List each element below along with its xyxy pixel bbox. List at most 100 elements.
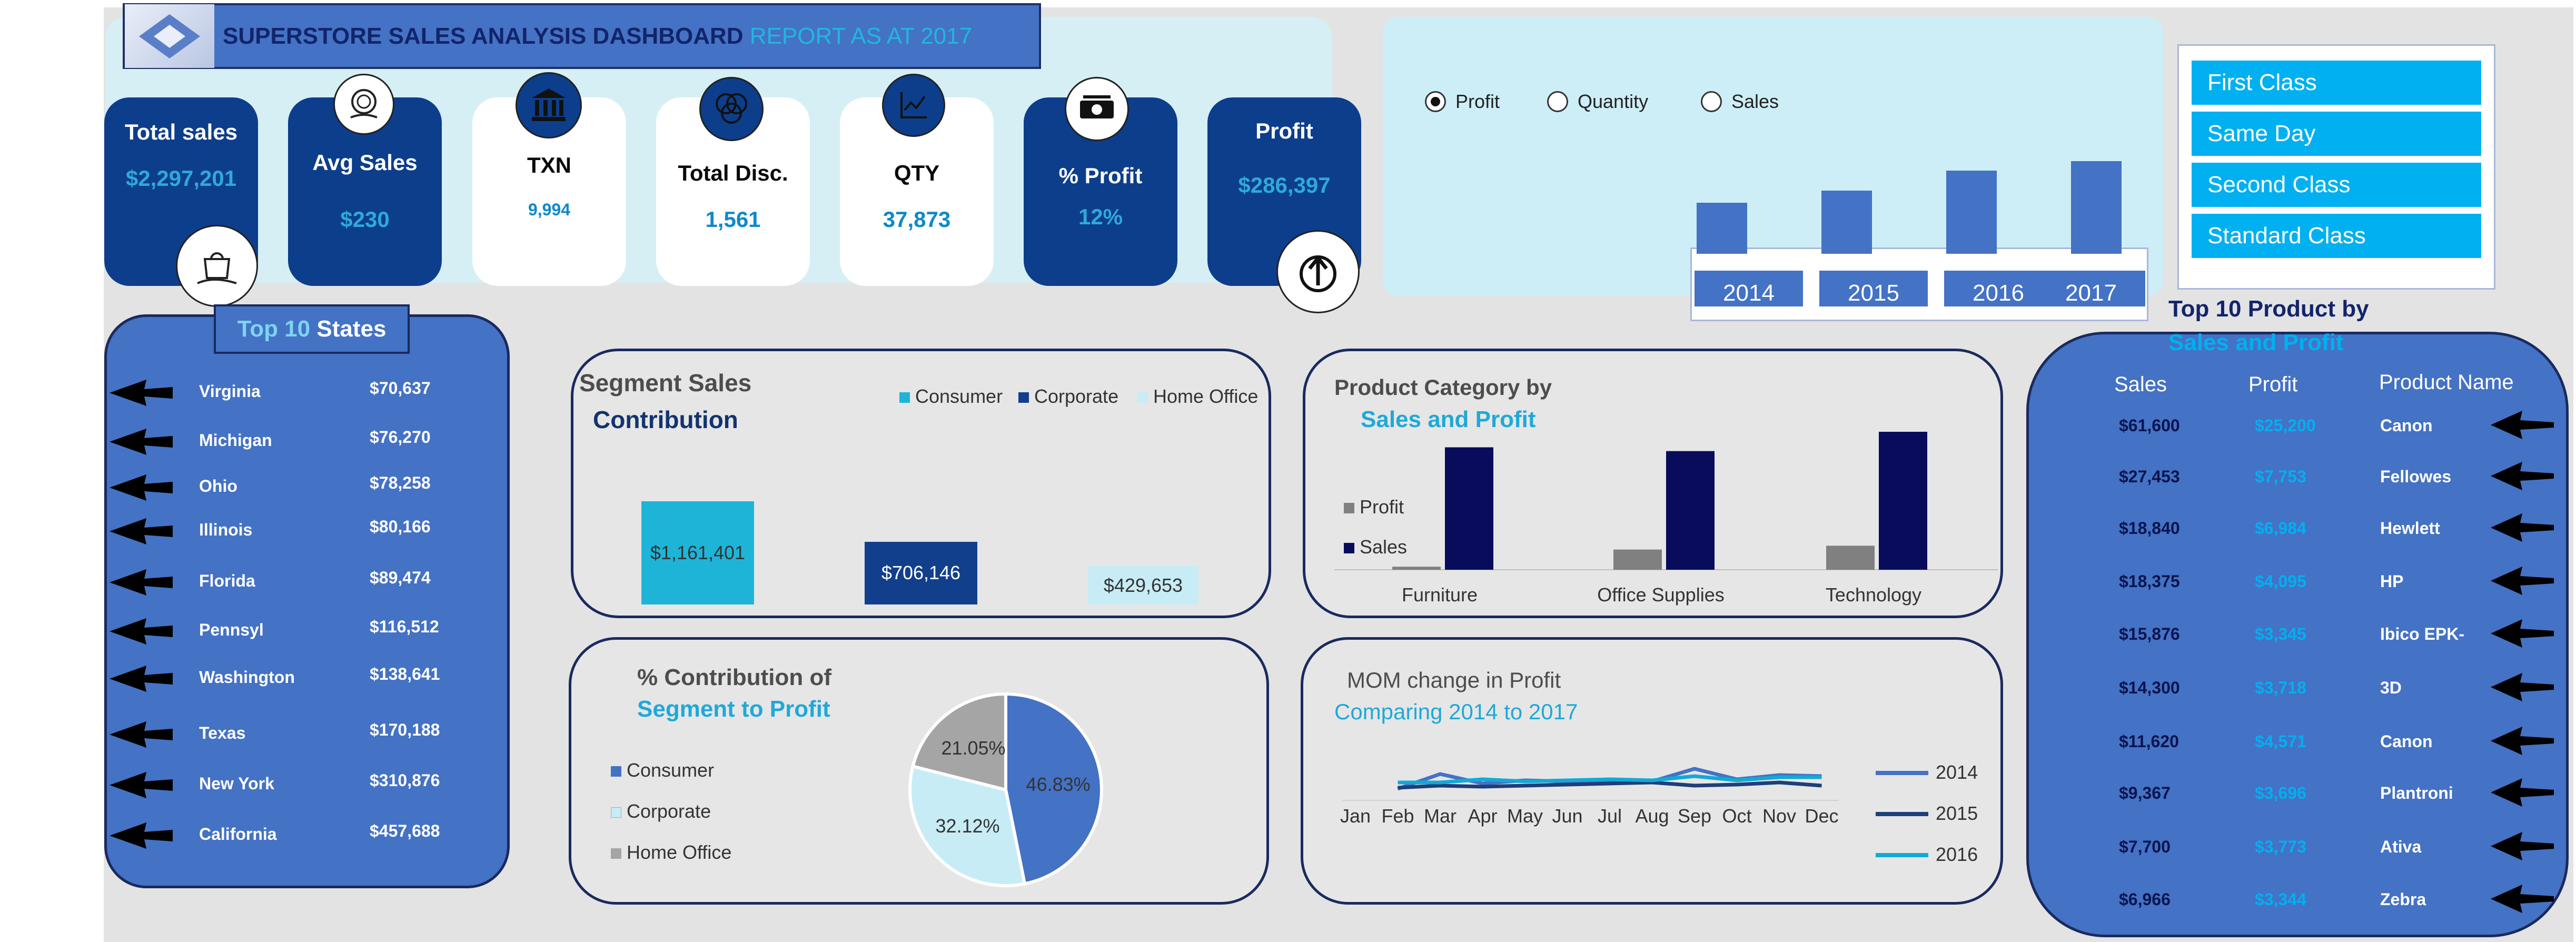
top-states-title: Top 10 States: [214, 304, 410, 354]
radio-sales-label: Sales: [1731, 91, 1779, 112]
arrow-icon: [110, 425, 173, 458]
product-profit: $3,344: [2255, 890, 2306, 909]
year-bar: [1821, 191, 1872, 254]
segment-sales-legend-corporate: Corporate: [1018, 385, 1118, 408]
state-name: Michigan: [199, 431, 272, 450]
month-tick-label: Aug: [1635, 805, 1669, 827]
kpi-value: $286,397: [1238, 173, 1331, 197]
segment-sales-title: Segment Sales: [579, 369, 752, 396]
arrow-icon: [110, 718, 173, 751]
col-header-sales: Sales: [2114, 373, 2167, 396]
year-bar: [1946, 170, 1997, 254]
product-profit: $4,571: [2255, 732, 2306, 751]
state-sales: $78,258: [370, 473, 431, 492]
state-sales: $138,641: [370, 665, 440, 683]
ship-second-class-button[interactable]: Second Class: [2192, 163, 2481, 207]
kpi-value: 37,873: [883, 207, 951, 232]
radio-quantity[interactable]: Quantity: [1547, 91, 1648, 113]
product-sales: $7,700: [2119, 837, 2171, 856]
radio-profit-circle[interactable]: [1425, 91, 1446, 112]
ship-first-class-button[interactable]: First Class: [2192, 61, 2481, 105]
mom-legend-label: 2016: [1936, 844, 1978, 865]
product-sales: $9,367: [2119, 784, 2171, 802]
segment-bar: $706,146: [865, 541, 977, 604]
state-sales: $76,270: [370, 428, 431, 447]
radio-sales[interactable]: Sales: [1701, 91, 1779, 113]
top-products-title: Top 10 Product by: [2168, 296, 2369, 322]
arrow-icon: [2491, 830, 2554, 862]
radio-quantity-circle[interactable]: [1547, 91, 1568, 112]
ship-standard-class-button[interactable]: Standard Class: [2192, 214, 2481, 258]
radio-sales-circle[interactable]: [1701, 91, 1722, 112]
report-subtitle: REPORT AS AT 2017: [749, 23, 973, 49]
col-header-profit: Profit: [2248, 373, 2298, 396]
product-sales: $15,876: [2119, 624, 2180, 643]
top-states-title-b: States: [316, 316, 387, 342]
money-hand-icon: [333, 74, 394, 135]
legend-swatch: [899, 392, 910, 403]
arrow-icon: [2491, 882, 2554, 915]
month-tick-label: Jan: [1340, 805, 1371, 827]
title-bar: SUPERSTORE SALES ANALYSIS DASHBOARD REPO…: [123, 3, 1041, 69]
year-bar: [2071, 161, 2122, 254]
pie-data-label: 46.83%: [1026, 774, 1091, 795]
arrow-icon: [2491, 460, 2554, 492]
cash-icon: [1065, 77, 1129, 141]
segment-profit-pie: 46.83% 32.12% 21.05%: [908, 692, 1103, 887]
arrow-icon: [2491, 409, 2554, 441]
arrow-icon: [110, 515, 173, 548]
month-tick-label: Sep: [1678, 805, 1711, 827]
arrow-icon: [110, 376, 173, 409]
arrow-icon: [110, 819, 173, 852]
radio-selected-dot: [1431, 97, 1440, 106]
shopping-bag-icon: [176, 225, 258, 307]
sales-bar: [1666, 451, 1715, 570]
legend-swatch: [1018, 392, 1029, 403]
mom-legend-label: 2015: [1936, 802, 1978, 824]
arrow-icon: [110, 769, 173, 801]
state-sales: $116,512: [370, 617, 439, 636]
radio-profit[interactable]: Profit: [1425, 91, 1500, 113]
segment-sales-legend-home-office: Home Office: [1137, 385, 1258, 408]
profit-bar: [1392, 567, 1441, 570]
state-name: Texas: [199, 723, 246, 742]
year-2015-button[interactable]: 2015: [1819, 271, 1928, 306]
kpi-value: $2,297,201: [125, 166, 237, 191]
top-products-subtitle: Sales and Profit: [2168, 330, 2344, 355]
kpi-label: QTY: [894, 161, 940, 185]
legend-label: Consumer: [627, 759, 715, 781]
product-sales: $14,300: [2119, 678, 2180, 697]
product-name: Canon: [2380, 416, 2433, 435]
month-tick-label: Dec: [1805, 805, 1838, 827]
category-chart: Furniture Office Supplies Technology: [1334, 432, 1998, 606]
month-tick-label: Nov: [1762, 805, 1796, 827]
arrow-icon: [2491, 776, 2554, 809]
arrow-icon: [110, 615, 173, 648]
year-2017-button[interactable]: 2017: [2037, 271, 2145, 306]
product-profit: $7,753: [2255, 467, 2306, 486]
segment-profit-subtitle: Segment to Profit: [637, 696, 830, 722]
state-sales: $457,688: [370, 821, 440, 840]
state-name: New York: [199, 774, 274, 793]
year-2014-button[interactable]: 2014: [1695, 271, 1803, 306]
state-sales: $310,876: [370, 771, 440, 790]
product-name: Zebra: [2380, 890, 2426, 909]
kpi-label: Profit: [1255, 118, 1313, 143]
year-bar: [1697, 203, 1747, 254]
category-tick-label: Furniture: [1402, 584, 1478, 606]
product-name: Ibico EPK-: [2380, 624, 2465, 643]
ship-same-day-button[interactable]: Same Day: [2192, 112, 2481, 156]
state-name: Washington: [199, 668, 295, 687]
sales-bar: [1445, 447, 1493, 570]
segment-sales-subtitle: Contribution: [593, 406, 738, 433]
product-sales: $6,966: [2119, 890, 2171, 909]
radio-quantity-label: Quantity: [1578, 91, 1649, 112]
radio-profit-label: Profit: [1455, 91, 1500, 112]
mom-line-2015: [1398, 780, 1822, 790]
product-profit: $4,095: [2255, 572, 2306, 591]
page-title: SUPERSTORE SALES ANALYSIS DASHBOARD REPO…: [223, 23, 972, 49]
state-name: Florida: [199, 571, 255, 590]
product-name: Fellowes: [2380, 467, 2452, 486]
arrow-icon: [2491, 725, 2554, 757]
profit-bar: [1613, 549, 1662, 570]
